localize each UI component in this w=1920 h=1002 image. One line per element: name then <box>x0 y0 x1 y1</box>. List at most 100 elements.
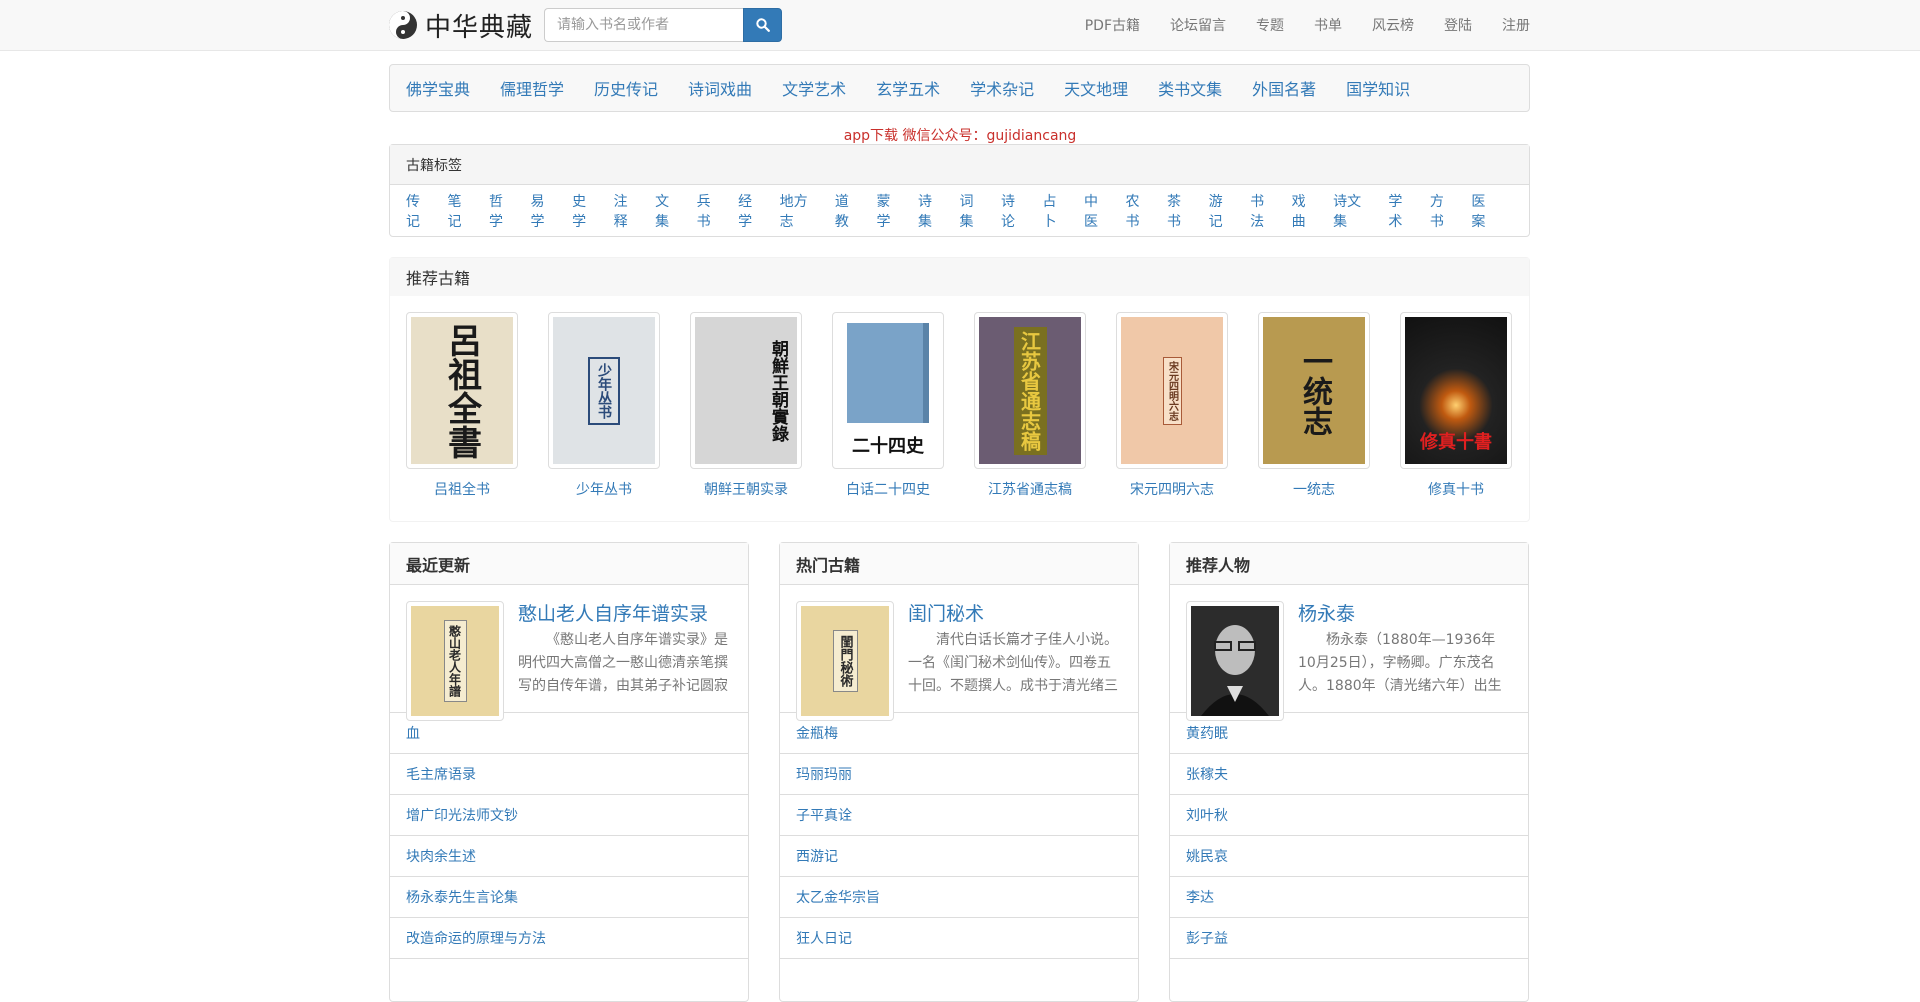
book-card[interactable]: 江苏省通志稿 江苏省通志稿 <box>974 312 1086 499</box>
tag-link[interactable]: 学术 <box>1388 191 1416 231</box>
nav-pdf[interactable]: PDF古籍 <box>1085 15 1140 35</box>
list-item[interactable]: 毛主席语录 <box>390 754 748 795</box>
featured-book-cover[interactable]: 閨門秘術 <box>796 601 894 721</box>
tag-link[interactable]: 经学 <box>738 191 766 231</box>
book-title-link[interactable]: 宋元四明六志 <box>1116 479 1228 499</box>
app-download-notice[interactable]: app下载 微信公众号：gujidiancang <box>0 125 1920 145</box>
tag-link[interactable]: 哲学 <box>489 191 517 231</box>
book-title-link[interactable]: 修真十书 <box>1400 479 1512 499</box>
category-link[interactable]: 儒理哲学 <box>500 76 564 100</box>
tags-panel-title: 古籍标签 <box>390 145 1529 185</box>
book-card[interactable]: 呂祖全書 吕祖全书 <box>406 312 518 499</box>
nav-booklists[interactable]: 书单 <box>1314 15 1342 35</box>
list-item[interactable]: 李达 <box>1170 877 1528 918</box>
brand-link[interactable]: 中华典藏 <box>389 9 533 43</box>
tag-link[interactable]: 兵书 <box>697 191 725 231</box>
list-item[interactable]: 玛丽玛丽 <box>780 754 1138 795</box>
book-title-link[interactable]: 朝鲜王朝实录 <box>690 479 802 499</box>
list-item[interactable]: 太乙金华宗旨 <box>780 877 1138 918</box>
category-link[interactable]: 文学艺术 <box>782 76 846 100</box>
book-title-link[interactable]: 一统志 <box>1258 479 1370 499</box>
list-item[interactable]: 西游记 <box>780 836 1138 877</box>
tag-link[interactable]: 词集 <box>959 191 987 231</box>
tag-link[interactable]: 书法 <box>1250 191 1278 231</box>
list-item[interactable]: 姚民哀 <box>1170 836 1528 877</box>
nav-register[interactable]: 注册 <box>1502 15 1530 35</box>
book-cover[interactable]: 江苏省通志稿 <box>974 312 1086 469</box>
category-link[interactable]: 佛学宝典 <box>406 76 470 100</box>
tag-link[interactable]: 中医 <box>1084 191 1112 231</box>
nav-topics[interactable]: 专题 <box>1256 15 1284 35</box>
list-item[interactable]: 狂人日记 <box>780 918 1138 959</box>
book-card[interactable]: 一统志 一统志 <box>1258 312 1370 499</box>
book-title-link[interactable]: 少年丛书 <box>548 479 660 499</box>
tag-link[interactable]: 诗集 <box>918 191 946 231</box>
tag-link[interactable]: 医案 <box>1471 191 1499 231</box>
book-card[interactable]: 朝鮮王朝實錄 朝鲜王朝实录 <box>690 312 802 499</box>
book-card[interactable]: 少年丛书 少年丛书 <box>548 312 660 499</box>
tag-link[interactable]: 文集 <box>655 191 683 231</box>
book-card[interactable]: 宋元四明六志 宋元四明六志 <box>1116 312 1228 499</box>
tag-link[interactable]: 占卜 <box>1043 191 1071 231</box>
category-link[interactable]: 诗词戏曲 <box>688 76 752 100</box>
tag-link[interactable]: 农书 <box>1126 191 1154 231</box>
book-title-link[interactable]: 江苏省通志稿 <box>974 479 1086 499</box>
book-title-link[interactable]: 白话二十四史 <box>832 479 944 499</box>
list-item[interactable]: 子平真诠 <box>780 795 1138 836</box>
nav-rankings[interactable]: 风云榜 <box>1372 15 1414 35</box>
featured-cover-text: 閨門秘術 <box>832 630 858 692</box>
book-card[interactable]: 修真十書 修真十书 <box>1400 312 1512 499</box>
book-cover[interactable]: 修真十書 <box>1400 312 1512 469</box>
tag-link[interactable]: 诗文集 <box>1333 191 1374 231</box>
tag-link[interactable]: 史学 <box>572 191 600 231</box>
tag-link[interactable]: 笔记 <box>448 191 476 231</box>
featured-person-name[interactable]: 杨永泰 <box>1298 599 1355 626</box>
category-link[interactable]: 学术杂记 <box>970 76 1034 100</box>
featured-person-photo[interactable] <box>1186 601 1284 721</box>
featured-book-cover[interactable]: 憨山老人年譜 <box>406 601 504 721</box>
search-input[interactable] <box>544 8 743 42</box>
hot-books-panel: 热门古籍 閨門秘術 闺门秘术 清代白话长篇才子佳人小说。一名《闺门秘术剑仙传》。… <box>779 542 1139 1002</box>
recent-updates-title: 最近更新 <box>390 543 748 585</box>
tag-link[interactable]: 传记 <box>406 191 434 231</box>
book-cover[interactable]: 朝鮮王朝實錄 <box>690 312 802 469</box>
tag-link[interactable]: 注释 <box>614 191 642 231</box>
book-cover[interactable]: 一统志 <box>1258 312 1370 469</box>
tag-link[interactable]: 茶书 <box>1167 191 1195 231</box>
tag-link[interactable]: 易学 <box>531 191 559 231</box>
tag-link[interactable]: 地方志 <box>780 191 821 231</box>
search-button[interactable] <box>743 8 782 42</box>
category-link[interactable]: 外国名著 <box>1252 76 1316 100</box>
tag-link[interactable]: 方书 <box>1430 191 1458 231</box>
list-item[interactable]: 增广印光法师文钞 <box>390 795 748 836</box>
book-cover[interactable]: 少年丛书 <box>548 312 660 469</box>
category-link[interactable]: 国学知识 <box>1346 76 1410 100</box>
list-item[interactable]: 改造命运的原理与方法 <box>390 918 748 959</box>
list-item[interactable]: 张稼夫 <box>1170 754 1528 795</box>
tag-link[interactable]: 游记 <box>1209 191 1237 231</box>
book-title-link[interactable]: 吕祖全书 <box>406 479 518 499</box>
book-cover[interactable]: 二十四史 <box>832 312 944 469</box>
book-card[interactable]: 二十四史 白话二十四史 <box>832 312 944 499</box>
search-form <box>544 8 782 42</box>
book-cover[interactable]: 呂祖全書 <box>406 312 518 469</box>
list-item[interactable]: 彭子益 <box>1170 918 1528 959</box>
list-item[interactable]: 刘叶秋 <box>1170 795 1528 836</box>
tag-link[interactable]: 戏曲 <box>1292 191 1320 231</box>
tag-link[interactable]: 道教 <box>835 191 863 231</box>
tag-link[interactable]: 诗论 <box>1001 191 1029 231</box>
category-link[interactable]: 天文地理 <box>1064 76 1128 100</box>
featured-book-title[interactable]: 闺门秘术 <box>908 599 984 626</box>
nav-login[interactable]: 登陆 <box>1444 15 1472 35</box>
list-item[interactable]: 杨永泰先生言论集 <box>390 877 748 918</box>
category-link[interactable]: 历史传记 <box>594 76 658 100</box>
category-link[interactable]: 玄学五术 <box>876 76 940 100</box>
book-cover[interactable]: 宋元四明六志 <box>1116 312 1228 469</box>
tag-link[interactable]: 蒙学 <box>876 191 904 231</box>
nav-forum[interactable]: 论坛留言 <box>1170 15 1226 35</box>
category-link[interactable]: 类书文集 <box>1158 76 1222 100</box>
featured-book-title[interactable]: 憨山老人自序年谱实录 <box>518 599 708 626</box>
list-item[interactable]: 块肉余生述 <box>390 836 748 877</box>
book-cover-text: 修真十書 <box>1420 432 1492 453</box>
tag-list: 传记 笔记 哲学 易学 史学 注释 文集 兵书 经学 地方志 道教 蒙学 诗集 词集 诗论 占卜 中医 农书 茶书游… <box>390 185 1529 237</box>
